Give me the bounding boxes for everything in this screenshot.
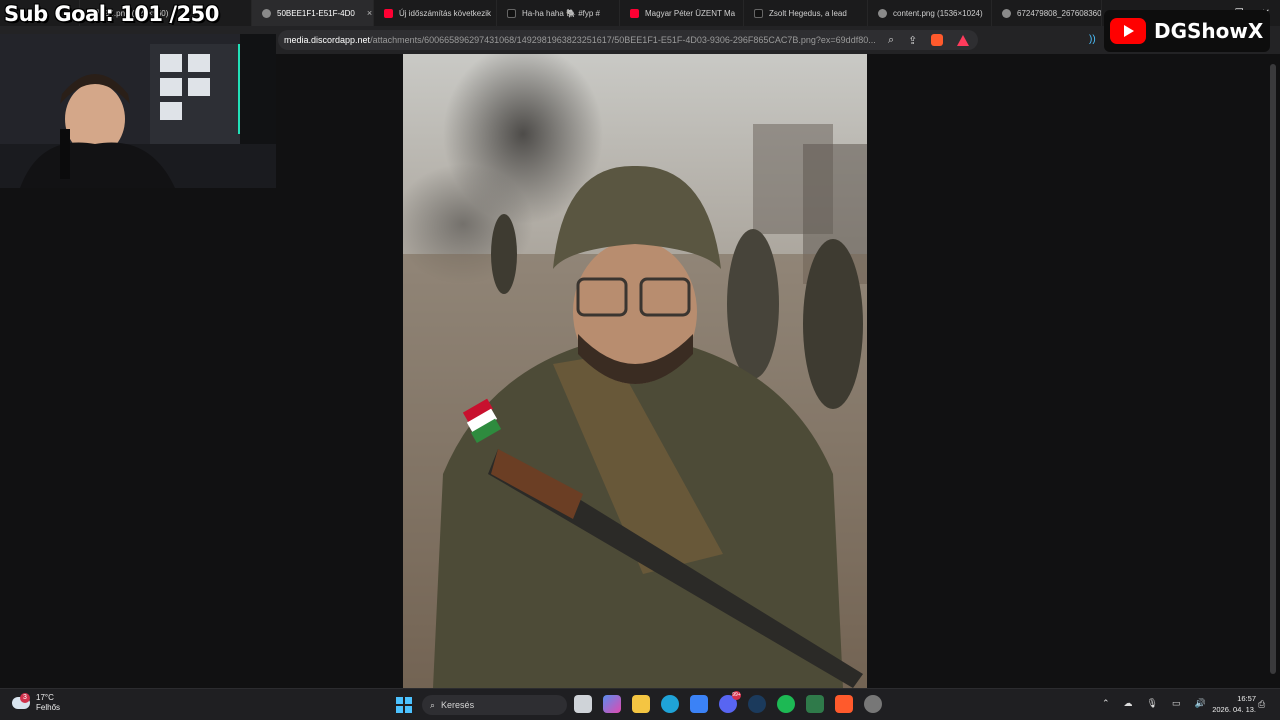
close-tab-icon[interactable]: × xyxy=(367,8,372,18)
windows-start-icon[interactable] xyxy=(396,697,412,713)
tiktok-icon xyxy=(754,8,763,18)
tiktok-icon xyxy=(507,8,516,18)
youtube-logo-icon xyxy=(1110,18,1146,44)
tab-label: content.png (1536×1024) xyxy=(893,8,983,18)
taskbar-search[interactable]: ⌕ Keresés xyxy=(422,695,567,715)
windows-taskbar: 17°C Felhős 3 ⌕ Keresés 99+ ⌃ ☁ 🎙 ▭ 🔊 16… xyxy=(0,688,1280,720)
discord-icon[interactable]: 99+ xyxy=(719,691,741,713)
tab-label: Magyar Péter ÜZENT Ma xyxy=(645,8,736,18)
share-icon[interactable]: ⇪ xyxy=(908,34,917,47)
search-placeholder: Keresés xyxy=(441,700,475,710)
sub-goal-target: 250 xyxy=(176,2,220,26)
weather-condition: Felhős xyxy=(36,703,61,712)
microsoft-store-icon[interactable] xyxy=(690,695,708,713)
clock-time: 16:57 xyxy=(1237,694,1256,703)
globe-icon xyxy=(878,8,887,18)
youtube-icon xyxy=(630,8,639,18)
steam-icon[interactable] xyxy=(748,695,766,713)
channel-name: DGShowX xyxy=(1154,19,1264,43)
tab-content-png[interactable]: content.png (1536×1024) xyxy=(868,0,992,26)
tab-label: 50BEE1F1-E51F-4D0 xyxy=(277,8,355,18)
onedrive-icon[interactable]: ☁ xyxy=(1124,698,1133,709)
file-explorer-icon[interactable] xyxy=(632,695,650,713)
streamer-webcam xyxy=(0,34,276,188)
weather-badge: 3 xyxy=(20,693,30,703)
address-bar-actions: ⌕ ⇪ xyxy=(888,26,970,54)
page-scrollbar[interactable] xyxy=(1270,64,1276,674)
address-bar[interactable]: media.discordapp.net/attachments/6006658… xyxy=(278,30,978,50)
zoom-icon[interactable]: ⌕ xyxy=(888,34,894,47)
audio-playing-icon[interactable]: )) xyxy=(1089,34,1096,45)
tab-tiktok-2[interactable]: Zsolt Hegedus, a lead xyxy=(744,0,868,26)
soldier-photo xyxy=(403,54,867,688)
tab-tiktok-1[interactable]: Ha-ha haha 🐘 #fyp # xyxy=(497,0,620,26)
brave-rewards-icon[interactable] xyxy=(957,34,970,46)
search-icon: ⌕ xyxy=(430,699,436,710)
tab-youtube-1[interactable]: Új időszámítás következik xyxy=(374,0,497,26)
displayed-image xyxy=(403,54,867,688)
temperature: 17°C xyxy=(36,693,54,702)
brave-browser-icon[interactable] xyxy=(835,695,853,713)
chevron-up-icon[interactable]: ⌃ xyxy=(1102,698,1110,709)
copilot-icon[interactable] xyxy=(603,695,621,713)
task-view-icon[interactable] xyxy=(574,695,592,713)
sub-goal-label: Sub Goal: xyxy=(4,2,114,26)
tab-label: Zsolt Hegedus, a lead xyxy=(769,8,847,18)
webcam-feed xyxy=(0,34,276,188)
clock-date: 2026. 04. 13. xyxy=(1212,705,1256,714)
system-clock[interactable]: 16:57 2026. 04. 13. xyxy=(1202,693,1256,715)
obs-icon[interactable] xyxy=(864,695,882,713)
globe-icon xyxy=(262,8,271,18)
system-tray: ⌃ ☁ 🎙 ▭ 🔊 xyxy=(1102,698,1206,709)
sub-goal-current: 101 xyxy=(120,2,163,26)
microphone-icon[interactable]: 🎙 xyxy=(1147,698,1158,709)
sub-goal-counter: Sub Goal: 101 /250 xyxy=(4,2,219,26)
youtube-icon xyxy=(384,8,393,18)
taskbar-apps: 99+ xyxy=(574,691,882,713)
globe-icon xyxy=(1002,8,1011,18)
brave-shields-icon[interactable] xyxy=(931,34,944,46)
tab-image-2[interactable]: 672479808_2676083605 xyxy=(992,0,1102,26)
tab-label: Ha-ha haha 🐘 #fyp # xyxy=(522,8,601,18)
xbox-icon[interactable] xyxy=(806,695,824,713)
notification-icon[interactable]: ⎙ xyxy=(1258,699,1265,710)
edge-icon[interactable] xyxy=(661,695,679,713)
tab-label: 672479808_2676083605 xyxy=(1017,8,1102,18)
channel-badge: DGShowX xyxy=(1104,10,1270,52)
spotify-icon[interactable] xyxy=(777,695,795,713)
sub-goal-separator: / xyxy=(169,2,177,26)
display-icon[interactable]: ▭ xyxy=(1172,698,1181,709)
tab-active-attachment[interactable]: 50BEE1F1-E51F-4D0 × xyxy=(252,0,374,26)
url-path: /attachments/600665896297431068/14929819… xyxy=(370,35,876,45)
tab-label: Új időszámítás következik xyxy=(399,8,492,18)
tab-youtube-2[interactable]: Magyar Péter ÜZENT Ma xyxy=(620,0,744,26)
screen: 94.png (722×960) 50BEE1F1-E51F-4D0 × Új … xyxy=(0,0,1280,720)
discord-badge: 99+ xyxy=(732,691,741,700)
url-host: media.discordapp.net xyxy=(284,35,371,45)
